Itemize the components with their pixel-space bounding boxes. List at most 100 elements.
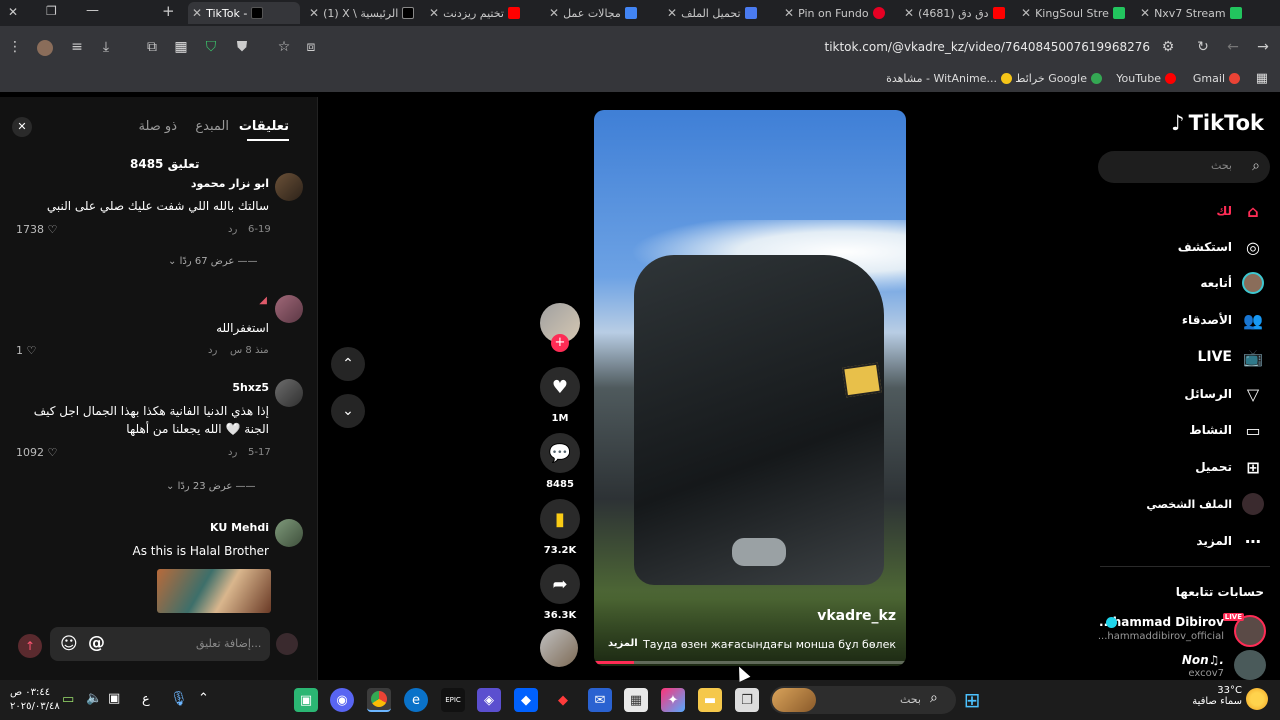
comment-likes[interactable]: 1 ♡ [16, 344, 36, 357]
translate-icon[interactable]: ⧈ [302, 38, 320, 56]
comment-likes[interactable]: 1092 ♡ [16, 446, 57, 459]
task-view-icon[interactable]: ❐ [735, 688, 759, 712]
minimize-window-icon[interactable]: — [86, 3, 99, 18]
view-replies[interactable]: ⌄ عرض 23 ردًا —— [166, 481, 256, 492]
comment-username[interactable]: ابو نزار محمود [191, 177, 269, 190]
input-language[interactable]: ع [142, 692, 150, 707]
bookmark-star-icon[interactable]: ☆ [275, 38, 293, 56]
comment-username[interactable]: KU Mehdi [210, 521, 269, 534]
comment-username[interactable]: 5hxz5 [232, 381, 269, 394]
comment-likes[interactable]: 1738 ♡ [16, 223, 57, 236]
volume-icon[interactable]: 🔈 [86, 691, 102, 706]
follow-plus-icon[interactable]: + [551, 334, 569, 352]
emoji-icon[interactable]: ☺ [60, 634, 78, 654]
nav-following[interactable]: أتابعه [1200, 272, 1264, 294]
caption-more-link[interactable]: المزيد [608, 638, 638, 649]
tab-tiktok[interactable]: ✕ TikTok - [188, 2, 300, 24]
mention-icon[interactable]: @ [88, 633, 105, 653]
nav-upload[interactable]: ⊞ تحميل [1195, 456, 1264, 478]
profile-avatar[interactable] [37, 40, 53, 56]
discord-icon[interactable]: ◉ [330, 688, 354, 712]
nav-activity[interactable]: ▭ النشاط [1189, 419, 1264, 441]
adblock-icon[interactable]: ⛊ [233, 38, 251, 56]
bookmark-witanime[interactable]: مشاهدة - WitAnime... [886, 72, 1012, 85]
microphone-icon[interactable]: 🎙 [170, 691, 188, 707]
nav-for-you[interactable]: ⌂ لك [1216, 200, 1264, 222]
video-player[interactable]: vkadre_kz Тауда өзен жағасындағы монша б… [594, 110, 906, 666]
comment-button[interactable]: 💬 8485 [540, 433, 580, 490]
close-window-icon[interactable]: ✕ [8, 5, 18, 19]
video-username[interactable]: vkadre_kz [817, 608, 896, 624]
media-control-icon[interactable]: ≡ [68, 38, 86, 56]
tiktok-logo[interactable]: ♪ TikTok [1171, 111, 1264, 135]
battery-icon[interactable]: ▭ [62, 692, 74, 707]
reply-button[interactable]: رد [228, 447, 237, 458]
windows-start-icon[interactable]: ⊞ [960, 688, 984, 712]
dropbox-icon[interactable]: ◆ [514, 688, 538, 712]
menu-dots-icon[interactable]: ⋮ [6, 38, 24, 56]
mail-icon[interactable]: ✉ [588, 688, 612, 712]
app-icon[interactable]: ▣ [294, 688, 318, 712]
nav-friends[interactable]: 👥 الأصدقاء [1182, 309, 1264, 331]
extensions-icon[interactable]: ⧉ [143, 38, 161, 56]
search-icon[interactable]: ⌕ [1252, 158, 1260, 174]
following-name[interactable]: Non♫. [1182, 653, 1224, 667]
following-avatar[interactable] [1234, 650, 1266, 680]
epic-games-icon[interactable]: EPIC [441, 688, 465, 712]
nav-more[interactable]: ⋯ المزيد [1196, 530, 1264, 552]
avatar[interactable] [275, 379, 303, 407]
apps-grid-icon[interactable]: ▦ [1256, 71, 1268, 86]
shield-icon[interactable]: ⛉ [202, 38, 220, 56]
nav-live[interactable]: 📺 LIVE [1197, 346, 1264, 368]
tab-x[interactable]: ✕ (1) X \ الرئيسية [305, 2, 417, 24]
tab-comments[interactable]: تعليقات [239, 119, 289, 134]
previous-video-button[interactable]: ⌃ [331, 347, 365, 381]
app-icon[interactable]: ◆ [551, 688, 575, 712]
restore-window-icon[interactable]: ❐ [46, 4, 57, 18]
video-progress-bar[interactable] [594, 661, 906, 664]
tab-related[interactable]: ذو صلة [138, 119, 177, 134]
like-button[interactable]: ♥ 1M [540, 367, 580, 424]
share-button[interactable]: ➦ 36.3K [540, 564, 580, 621]
music-disc-avatar[interactable] [540, 629, 578, 667]
avatar[interactable] [275, 519, 303, 547]
nav-profile[interactable]: الملف الشخصي [1146, 493, 1264, 515]
network-icon[interactable]: ▣ [108, 691, 120, 706]
tab-upload[interactable]: ✕ تحميل الملف [663, 2, 775, 24]
tab-youtube-2[interactable]: ✕ (4681) دق دق [900, 2, 1012, 24]
tab-creator[interactable]: المبدع [195, 119, 229, 134]
search-input[interactable] [1098, 151, 1270, 183]
extension-icon[interactable]: ▦ [172, 38, 190, 56]
nav-explore[interactable]: ◎ استكشف [1178, 236, 1264, 258]
chrome-icon[interactable] [367, 688, 391, 712]
bookmark-gmail[interactable]: Gmail [1193, 72, 1240, 85]
reply-button[interactable]: رد [228, 224, 237, 235]
tab-gemini[interactable]: ✕ مجالات عمل [545, 2, 657, 24]
tab-youtube-1[interactable]: ✕ تختيم ريزدنت [425, 2, 537, 24]
address-bar[interactable]: tiktok.com/@vkadre_kz/video/764084500761… [824, 40, 1150, 54]
forward-icon[interactable]: ← [1224, 38, 1242, 56]
folder-icon[interactable]: ▬ [698, 688, 722, 712]
following-name[interactable]: hammad Dibirov... [1099, 615, 1224, 629]
reply-button[interactable]: رد [208, 345, 217, 356]
new-tab-icon[interactable]: + [162, 2, 175, 20]
save-button[interactable]: ▮ 73.2K [540, 499, 580, 556]
store-icon[interactable]: ▦ [624, 688, 648, 712]
send-icon[interactable]: ↑ [18, 634, 42, 658]
bookmark-maps[interactable]: خرائط Google [1015, 72, 1102, 85]
back-icon[interactable]: → [1254, 38, 1272, 56]
download-icon[interactable]: ⤓ [97, 38, 115, 56]
edge-icon[interactable]: e [404, 688, 428, 712]
nav-messages[interactable]: ▽ الرسائل [1184, 383, 1264, 405]
app-icon[interactable]: ◈ [477, 688, 501, 712]
tab-pinterest[interactable]: ✕ Pin on Fundo [780, 2, 892, 24]
reload-icon[interactable]: ↻ [1194, 38, 1212, 56]
avatar[interactable] [275, 295, 303, 323]
copilot-icon[interactable]: ✦ [661, 688, 685, 712]
tab-nxv7[interactable]: ✕ Nxv7 Stream [1136, 2, 1248, 24]
clock[interactable]: ٠٣:٤٤ ص ٢٠٢٥/٠٣/٤٨ [10, 686, 60, 714]
bookmark-youtube[interactable]: YouTube [1116, 72, 1176, 85]
site-settings-icon[interactable]: ⚙ [1159, 38, 1177, 56]
weather-widget[interactable]: 33°C سماء صافية [1188, 685, 1242, 707]
view-replies[interactable]: ⌄ عرض 67 ردًا —— [168, 256, 258, 267]
